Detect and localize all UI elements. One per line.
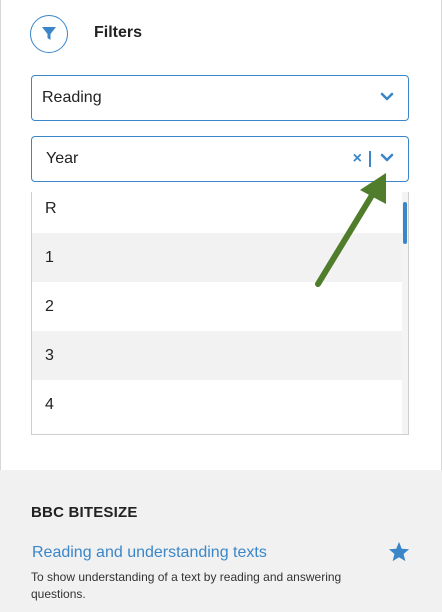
chevron-down-icon[interactable] bbox=[380, 153, 394, 163]
result-title-link[interactable]: Reading and understanding texts bbox=[32, 544, 267, 562]
year-dropdown-menu[interactable]: R 1 2 3 4 bbox=[31, 192, 409, 435]
filters-title: Filters bbox=[94, 24, 143, 41]
source-brand: BBC BITESIZE bbox=[31, 504, 138, 521]
year-select-placeholder: Year bbox=[46, 150, 79, 167]
dropdown-scrollbar[interactable] bbox=[402, 192, 408, 434]
year-option-3[interactable]: 3 bbox=[32, 331, 404, 380]
year-option-2[interactable]: 2 bbox=[32, 282, 404, 331]
filter-icon[interactable] bbox=[30, 15, 68, 53]
funnel-icon bbox=[42, 27, 56, 40]
chevron-down-icon[interactable] bbox=[380, 92, 394, 102]
clear-icon[interactable]: × bbox=[353, 150, 362, 168]
year-option-1[interactable]: 1 bbox=[32, 233, 404, 282]
year-option-r[interactable]: R bbox=[32, 192, 404, 233]
result-description: To show understanding of a text by readi… bbox=[31, 570, 342, 601]
star-icon[interactable] bbox=[388, 541, 410, 562]
select-separator bbox=[369, 151, 371, 167]
subject-select-value: Reading bbox=[42, 89, 102, 106]
result-card: BBC BITESIZE Reading and understanding t… bbox=[0, 470, 442, 612]
dropdown-scroll-thumb[interactable] bbox=[403, 202, 407, 244]
year-option-4[interactable]: 4 bbox=[32, 380, 404, 429]
year-select[interactable]: Year × bbox=[31, 136, 409, 182]
panel-border-left bbox=[0, 0, 1, 470]
subject-select[interactable]: Reading bbox=[31, 75, 409, 121]
